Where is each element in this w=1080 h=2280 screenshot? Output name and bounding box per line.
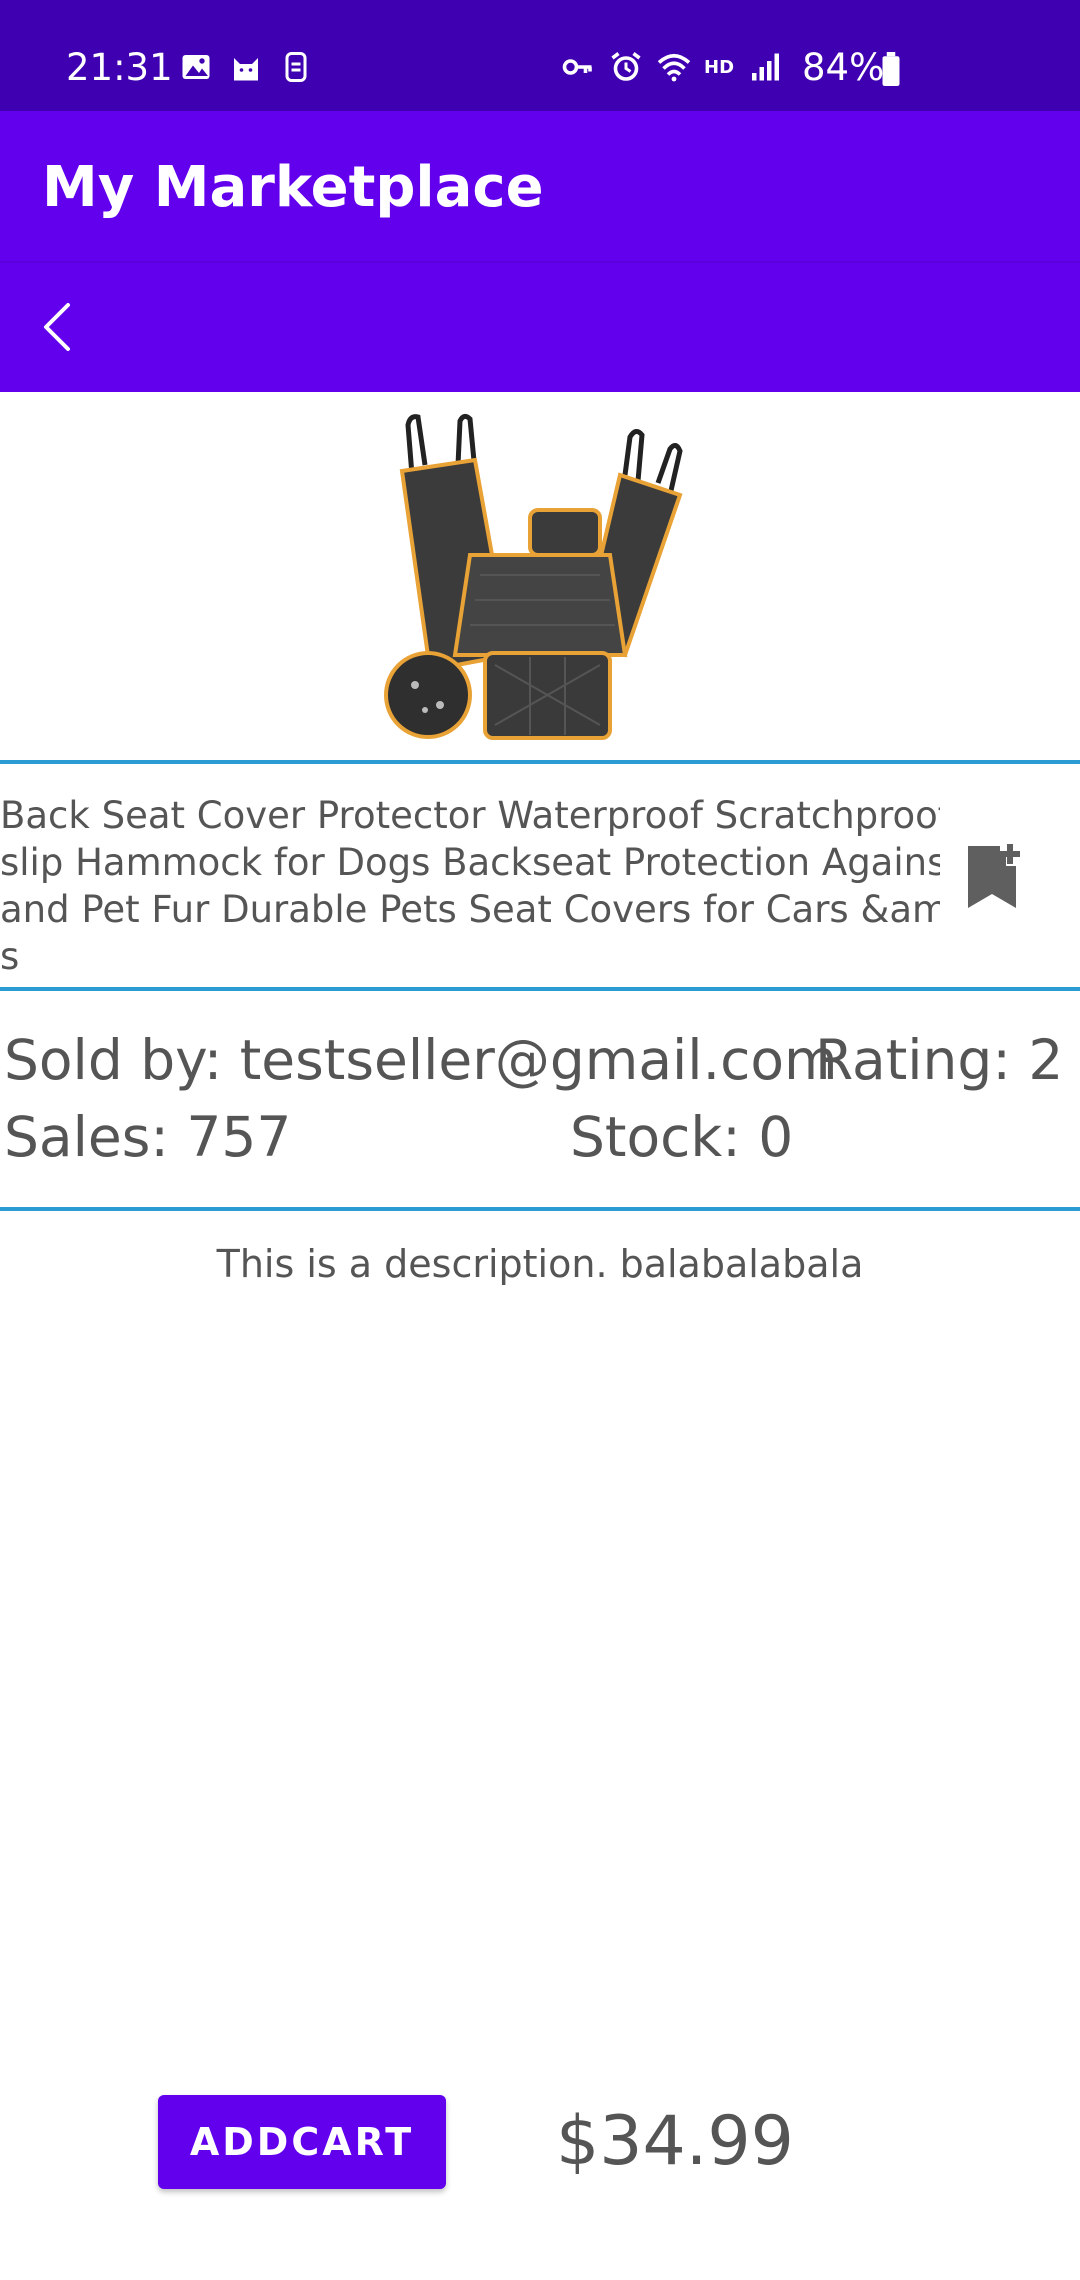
product-title-line: slip Hammock for Dogs Backseat Protectio… [0,841,940,884]
cat-icon [234,58,258,81]
battery-icon [882,52,900,86]
product-title-line: Back Seat Cover Protector Waterproof Scr… [0,794,940,837]
status-time: 21:31 [66,46,173,89]
rating: Rating: 2 [815,1028,1064,1092]
product-description: This is a description. balabalabala [216,1242,864,1286]
sold-by: Sold by: testseller@gmail.com [4,1028,838,1092]
4g-signal-icon [752,53,780,81]
wifi-icon [657,53,691,82]
back-button[interactable] [24,287,104,367]
status-bar: 21:31 HD 84% [0,0,1080,111]
product-title-line: s [0,935,20,978]
sales-count: Sales: 757 [4,1105,292,1169]
add-cart-button[interactable]: ADDCART [158,2095,446,2189]
vpn-key-icon [562,59,592,75]
status-left-icons [178,49,314,85]
divider-bottom [0,1207,1080,1211]
sim-icon [285,52,307,82]
status-right-icons: HD [560,49,782,85]
bookmark-add-icon[interactable] [960,840,1024,912]
product-price: $34.99 [556,2102,794,2181]
hd-icon: HD [704,56,735,78]
divider-middle [0,987,1080,991]
product-title-line: and Pet Fur Durable Pets Seat Covers for… [0,888,940,931]
product-image [384,413,683,740]
gallery-icon [182,55,210,79]
navigation-bar [0,261,1080,392]
stock-count: Stock: 0 [570,1105,794,1169]
app-bar: My Marketplace [0,111,1080,261]
product-title: Back Seat Cover Protector Waterproof Scr… [0,792,940,982]
app-title: My Marketplace [42,155,544,220]
divider-top [0,760,1080,764]
battery-percentage: 84% [802,46,885,89]
alarm-icon [611,52,641,81]
